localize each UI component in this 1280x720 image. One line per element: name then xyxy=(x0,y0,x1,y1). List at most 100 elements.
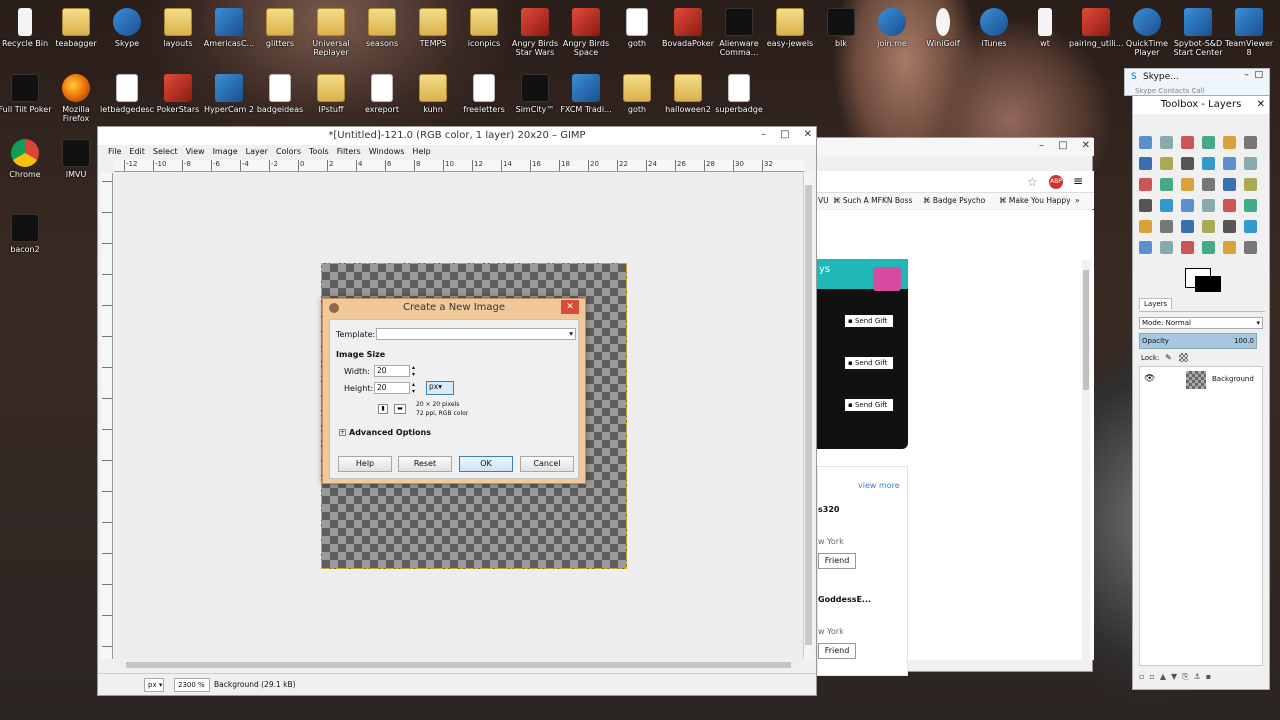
tool-icon[interactable] xyxy=(1223,178,1236,191)
desktop-icon[interactable]: Full Tilt Poker xyxy=(0,70,52,136)
skype-window-controls[interactable]: – □ xyxy=(1244,70,1263,80)
menu-edit[interactable]: Edit xyxy=(129,145,150,159)
tool-icon[interactable] xyxy=(1139,178,1152,191)
tool-icon[interactable] xyxy=(1139,157,1152,170)
send-gift-button[interactable]: ▪ Send Gift xyxy=(845,399,893,411)
cancel-button[interactable]: Cancel xyxy=(520,456,574,472)
person-name[interactable]: s320 xyxy=(818,505,839,514)
toolbox-title-bar[interactable]: Toolbox - Layers ✕ xyxy=(1133,96,1269,114)
tool-icon[interactable] xyxy=(1202,178,1215,191)
zoom-select[interactable]: 2300 % xyxy=(174,678,210,692)
tool-icon[interactable] xyxy=(1160,178,1173,191)
bookmark-item[interactable]: VU xyxy=(818,193,829,209)
menu-windows[interactable]: Windows xyxy=(369,145,410,159)
tool-icon[interactable] xyxy=(1244,136,1257,149)
friend-button[interactable]: Friend xyxy=(818,643,856,659)
tool-icon[interactable] xyxy=(1160,136,1173,149)
tool-icon[interactable] xyxy=(1223,220,1236,233)
width-field[interactable]: 20 xyxy=(374,365,410,377)
desktop-icon[interactable]: Alienware Comma... xyxy=(712,4,766,70)
desktop-icon[interactable]: wt xyxy=(1018,4,1072,70)
horizontal-scrollbar[interactable] xyxy=(114,661,804,669)
template-select[interactable]: ▾ xyxy=(376,328,576,340)
expander-icon[interactable]: + xyxy=(339,429,346,436)
minimize-icon[interactable]: – xyxy=(761,127,766,143)
desktop-icon[interactable]: TEMPS xyxy=(406,4,460,70)
menu-view[interactable]: View xyxy=(186,145,210,159)
tool-icon[interactable] xyxy=(1244,199,1257,212)
tool-icon[interactable] xyxy=(1139,241,1152,254)
bookmark-item[interactable]: ⌘ Such A MFKN Boss xyxy=(833,193,912,209)
desktop-icon[interactable]: Spybot-S&D Start Center xyxy=(1171,4,1225,70)
tool-icon[interactable] xyxy=(1244,220,1257,233)
send-gift-button[interactable]: ▪ Send Gift xyxy=(845,315,893,327)
tool-icon[interactable] xyxy=(1223,199,1236,212)
tool-icon[interactable] xyxy=(1160,220,1173,233)
lock-alpha-icon[interactable] xyxy=(1179,353,1188,362)
desktop-icon[interactable]: IMVU xyxy=(49,135,103,201)
tool-icon[interactable] xyxy=(1160,199,1173,212)
tool-icon[interactable] xyxy=(1181,178,1194,191)
desktop-icon[interactable]: blk xyxy=(814,4,868,70)
desktop-icon[interactable]: Universal Replayer xyxy=(304,4,358,70)
close-icon[interactable]: ✕ xyxy=(561,300,579,314)
opacity-slider[interactable]: Opacity 100.0 xyxy=(1139,333,1257,349)
height-spinner[interactable]: ▴ ▾ xyxy=(412,381,415,395)
maximize-icon[interactable]: □ xyxy=(780,127,789,143)
tool-icon[interactable] xyxy=(1202,136,1215,149)
tool-icon[interactable] xyxy=(1202,157,1215,170)
tool-icon[interactable] xyxy=(1202,199,1215,212)
tool-icon[interactable] xyxy=(1244,241,1257,254)
dialog-title-bar[interactable]: Create a New Image ✕ xyxy=(323,299,585,317)
tool-icon[interactable] xyxy=(1223,241,1236,254)
desktop-icon[interactable]: easy-jewels xyxy=(763,4,817,70)
desktop-icon[interactable]: WiniGolf xyxy=(916,4,970,70)
adblock-icon[interactable]: ABP xyxy=(1049,175,1063,189)
page-scrollbar[interactable] xyxy=(1082,260,1090,670)
close-icon[interactable]: ✕ xyxy=(804,127,812,143)
layers-action-bar[interactable]: ▫▫▲▼⎘⚓▪ xyxy=(1139,672,1265,684)
desktop-icon[interactable]: bacon2 xyxy=(0,210,52,276)
advanced-options-toggle[interactable]: Advanced Options xyxy=(349,428,431,437)
menu-file[interactable]: File xyxy=(108,145,126,159)
scrollbar-thumb[interactable] xyxy=(805,185,812,645)
eye-icon[interactable]: 👁 xyxy=(1144,374,1155,384)
unit-dropdown[interactable]: px▾ xyxy=(426,381,454,395)
view-more-link[interactable]: view more xyxy=(858,481,900,490)
landscape-icon[interactable]: ▬ xyxy=(394,404,406,414)
tool-icon[interactable] xyxy=(1160,157,1173,170)
horizontal-ruler[interactable]: -12 -10 -8 -6 -4 -2 0 2 4 6 8 10 12 14 16 18 20 22 24 26 28 3… xyxy=(114,160,804,172)
tool-icon[interactable] xyxy=(1244,157,1257,170)
skype-window[interactable]: S Skype... – □ Skype Contacts Call xyxy=(1124,68,1270,96)
desktop-icon[interactable]: teabagger xyxy=(49,4,103,70)
tool-icon[interactable] xyxy=(1181,220,1194,233)
desktop-icon[interactable]: AmericasC... xyxy=(202,4,256,70)
reset-button[interactable]: Reset xyxy=(398,456,452,472)
desktop-icon[interactable]: goth xyxy=(610,4,664,70)
menu-filters[interactable]: Filters xyxy=(337,145,366,159)
person-name[interactable]: GoddessE... xyxy=(818,595,871,604)
bookmark-item[interactable]: ⌘ Make You Happy xyxy=(999,193,1071,209)
desktop-icon[interactable]: Mozilla Firefox xyxy=(49,70,103,136)
menu-select[interactable]: Select xyxy=(153,145,183,159)
width-spinner[interactable]: ▴ ▾ xyxy=(412,364,415,378)
menu-layer[interactable]: Layer xyxy=(246,145,273,159)
desktop-icon[interactable]: BovadaPoker xyxy=(661,4,715,70)
foreground-color-swatch[interactable] xyxy=(1195,276,1221,292)
desktop-icon[interactable]: Angry Birds Star Wars xyxy=(508,4,562,70)
menu-help[interactable]: Help xyxy=(412,145,435,159)
tool-icon[interactable] xyxy=(1202,241,1215,254)
desktop-icon[interactable]: iTunes xyxy=(967,4,1021,70)
tool-icon[interactable] xyxy=(1181,136,1194,149)
mode-select[interactable]: Mode: Normal ▾ xyxy=(1139,317,1263,329)
friend-button[interactable]: Friend xyxy=(818,553,856,569)
tool-icon[interactable] xyxy=(1139,220,1152,233)
help-button[interactable]: Help xyxy=(338,456,392,472)
desktop-icon[interactable]: pairing_utili... xyxy=(1069,4,1123,70)
desktop-icon[interactable]: layouts xyxy=(151,4,205,70)
tool-icon[interactable] xyxy=(1181,241,1194,254)
close-icon[interactable]: ✕ xyxy=(1082,138,1090,154)
desktop-icon[interactable]: Skype xyxy=(100,4,154,70)
tool-icon[interactable] xyxy=(1244,178,1257,191)
menu-icon[interactable]: ≡ xyxy=(1073,174,1083,188)
